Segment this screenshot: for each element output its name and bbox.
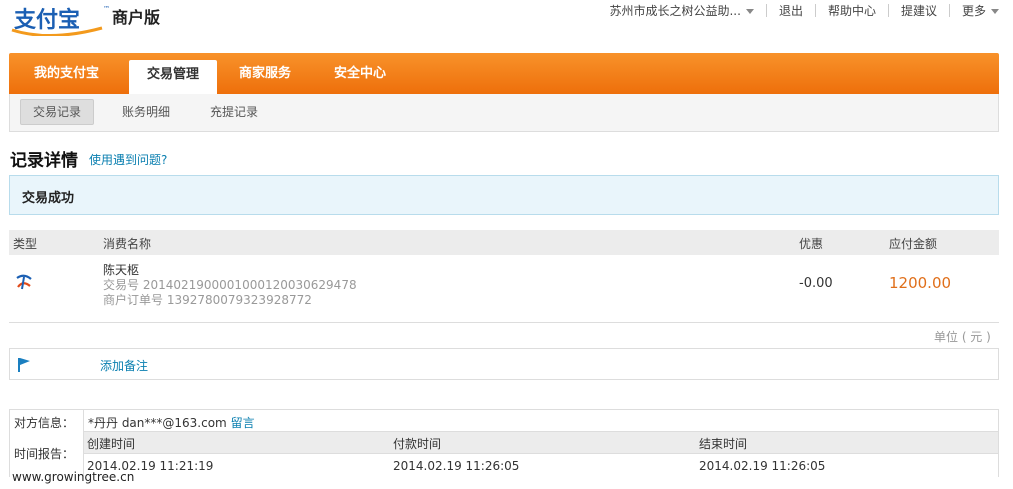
counterparty-label: 对方信息： bbox=[14, 416, 75, 430]
finished-time-label: 结束时间 bbox=[699, 437, 748, 451]
tab-my-alipay[interactable]: 我的支付宝 bbox=[34, 53, 99, 94]
paid-time-value: 2014.02.19 11:26:05 bbox=[393, 459, 520, 473]
col-amount: 应付金额 bbox=[889, 237, 938, 251]
add-remark-link[interactable]: 添加备注 bbox=[100, 357, 148, 374]
subnav-account-details[interactable]: 账务明细 bbox=[122, 100, 170, 124]
remark-box: 添加备注 bbox=[9, 348, 999, 380]
account-name[interactable]: 苏州市成长之树公益助... bbox=[609, 2, 754, 19]
table-row: 陈天柩 交易号 2014021900001000120030629478 商户订… bbox=[9, 256, 999, 312]
col-type: 类型 bbox=[13, 237, 38, 251]
subnav-trade-records[interactable]: 交易记录 bbox=[20, 99, 95, 125]
message-link[interactable]: 留言 bbox=[231, 416, 255, 430]
divider bbox=[814, 3, 816, 17]
col-name: 消费名称 bbox=[103, 237, 152, 251]
time-label: 时间报告： bbox=[14, 447, 75, 461]
help-link[interactable]: 使用遇到问题? bbox=[89, 151, 167, 168]
alipay-transfer-icon bbox=[16, 274, 32, 290]
divider bbox=[887, 3, 889, 17]
logout-link[interactable]: 退出 bbox=[779, 2, 803, 19]
created-time-label: 创建时间 bbox=[87, 437, 136, 451]
flag-icon bbox=[18, 358, 30, 372]
table-header: 类型 消费名称 优惠 应付金额 bbox=[9, 230, 999, 255]
svg-text:™: ™ bbox=[103, 5, 110, 13]
chevron-down-icon bbox=[991, 8, 999, 14]
paid-time-label: 付款时间 bbox=[393, 437, 442, 451]
subnav-recharge-records[interactable]: 充提记录 bbox=[210, 100, 258, 124]
alipay-logo[interactable]: 支付宝 ™ bbox=[10, 2, 110, 36]
page-title: 记录详情 bbox=[10, 151, 78, 171]
merchant-order-number: 商户订单号 1392780079323928772 bbox=[103, 293, 312, 307]
help-center-link[interactable]: 帮助中心 bbox=[828, 2, 876, 19]
time-header-row bbox=[84, 432, 998, 453]
tab-merchant-services[interactable]: 商家服务 bbox=[239, 53, 291, 94]
tab-security-center[interactable]: 安全中心 bbox=[334, 53, 386, 94]
sub-nav: 交易记录 账务明细 充提记录 bbox=[9, 94, 999, 132]
discount-value: -0.00 bbox=[799, 276, 833, 291]
divider bbox=[765, 3, 767, 17]
unit-label: 单位 ( 元 ) bbox=[934, 330, 991, 344]
main-nav: 我的支付宝 交易管理 商家服务 安全中心 bbox=[9, 53, 999, 94]
amount-value: 1200.00 bbox=[889, 274, 952, 292]
divider bbox=[9, 322, 999, 323]
counterparty-info: *丹丹 dan***@163.com 留言 bbox=[88, 416, 255, 430]
top-links: 苏州市成长之树公益助... 退出 帮助中心 提建议 更多 bbox=[609, 2, 999, 18]
watermark: www.growingtree.cn bbox=[12, 470, 135, 484]
tab-trade-management[interactable]: 交易管理 bbox=[129, 60, 217, 94]
finished-time-value: 2014.02.19 11:26:05 bbox=[699, 459, 826, 473]
more-menu[interactable]: 更多 bbox=[962, 2, 999, 19]
info-table: 对方信息： 时间报告： *丹丹 dan***@163.com 留言 创建时间 付… bbox=[9, 409, 999, 477]
chevron-down-icon bbox=[745, 8, 754, 14]
feedback-link[interactable]: 提建议 bbox=[901, 2, 937, 19]
logo-text: 支付宝 bbox=[14, 7, 80, 33]
merchant-edition-label: 商户版 bbox=[112, 8, 161, 27]
col-discount: 优惠 bbox=[799, 237, 824, 251]
divider bbox=[948, 3, 950, 17]
status-text: 交易成功 bbox=[22, 191, 75, 206]
divider bbox=[83, 453, 998, 454]
status-banner: 交易成功 bbox=[9, 175, 999, 215]
